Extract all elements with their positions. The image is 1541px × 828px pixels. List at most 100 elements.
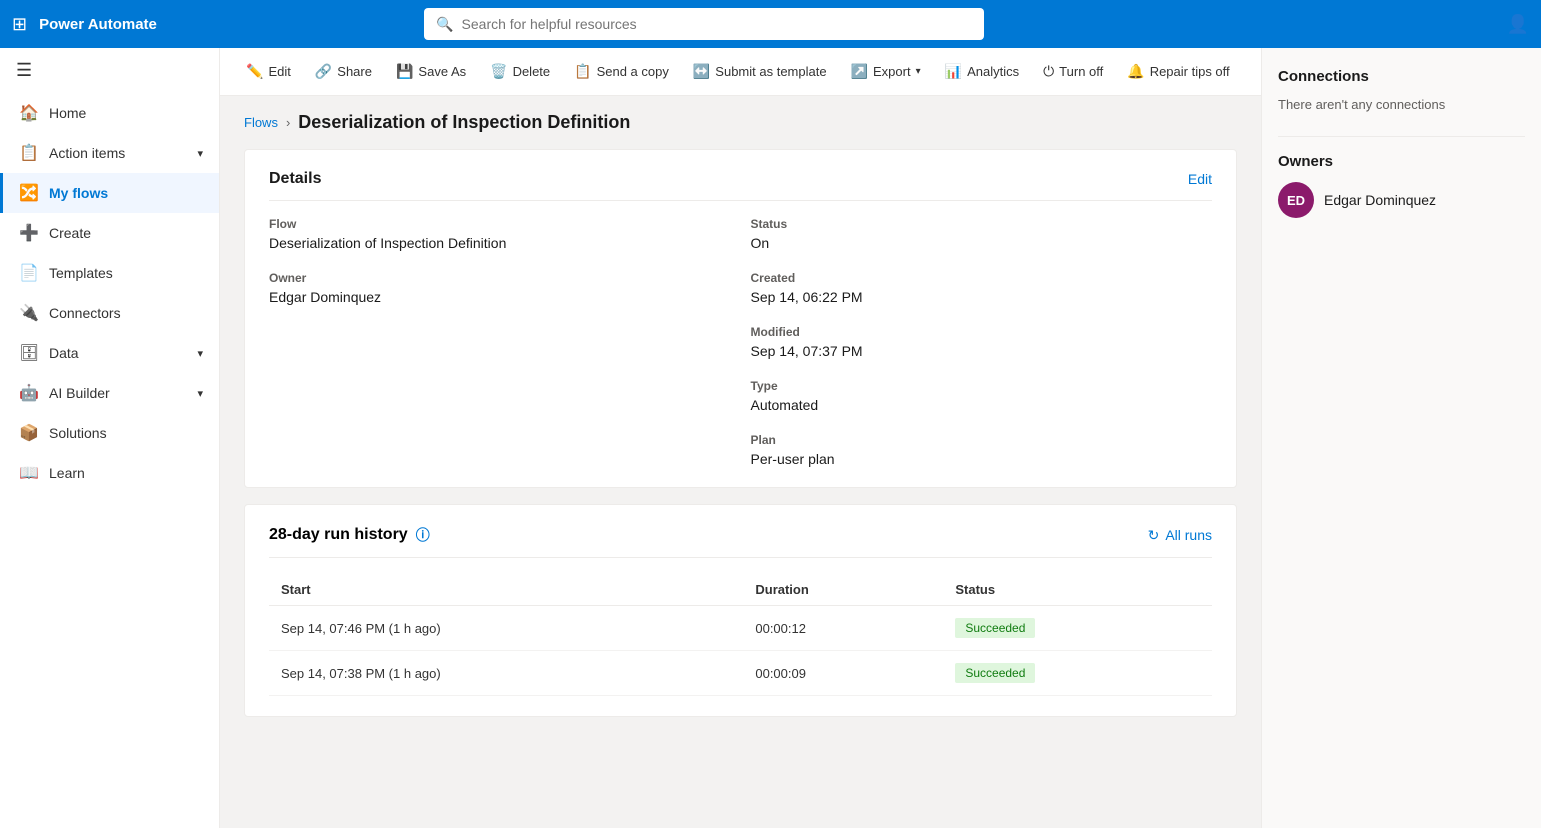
my-flows-icon: 🔀 xyxy=(19,183,39,203)
plan-label: Plan xyxy=(751,433,1213,447)
connections-section: Connections There aren't any connections xyxy=(1278,68,1525,112)
analytics-button[interactable]: 📊 Analytics xyxy=(935,57,1029,86)
export-button[interactable]: ↗️ Export ▾ xyxy=(841,57,931,86)
col-status: Status xyxy=(943,574,1212,606)
save-as-icon: 💾 xyxy=(396,63,413,80)
created-value: Sep 14, 06:22 PM xyxy=(751,289,1213,305)
sidebar-item-templates[interactable]: 📄 Templates xyxy=(0,253,219,293)
topbar-user-icon[interactable]: 👤 xyxy=(1507,14,1529,35)
sidebar-item-data[interactable]: 🗄 Data ▾ xyxy=(0,333,219,373)
sidebar-item-label: Create xyxy=(49,225,91,241)
col-start: Start xyxy=(269,574,743,606)
owner-item: ED Edgar Dominquez xyxy=(1278,182,1525,218)
sidebar-item-learn[interactable]: 📖 Learn xyxy=(0,453,219,493)
action-items-icon: 📋 xyxy=(19,143,39,163)
repair-tips-icon: 🔔 xyxy=(1127,63,1144,80)
save-as-button[interactable]: 💾 Save As xyxy=(386,57,476,86)
run-status: Succeeded xyxy=(943,606,1212,651)
sidebar-item-my-flows[interactable]: 🔀 My flows xyxy=(0,173,219,213)
detail-spacer2 xyxy=(269,379,731,413)
run-history-title: 28-day run history ⓘ xyxy=(269,525,430,545)
edit-icon: ✏️ xyxy=(246,63,263,80)
main-layout: ☰ 🏠 Home 📋 Action items ▾ 🔀 My flows ➕ C… xyxy=(0,48,1541,828)
all-runs-link[interactable]: ↻ All runs xyxy=(1148,527,1212,544)
send-copy-icon: 📋 xyxy=(574,63,591,80)
analytics-icon: 📊 xyxy=(945,63,962,80)
detail-status: Status On xyxy=(751,217,1213,251)
run-history-header: 28-day run history ⓘ ↻ All runs xyxy=(269,525,1212,558)
delete-button[interactable]: 🗑️ Delete xyxy=(480,57,560,86)
owner-value: Edgar Dominquez xyxy=(269,289,731,305)
owner-name: Edgar Dominquez xyxy=(1324,192,1436,208)
export-icon: ↗️ xyxy=(851,63,868,80)
status-value: On xyxy=(751,235,1213,251)
edit-button[interactable]: ✏️ Edit xyxy=(236,57,301,86)
details-edit-link[interactable]: Edit xyxy=(1188,171,1212,187)
panel-divider xyxy=(1278,136,1525,137)
submit-template-button[interactable]: ↔️ Submit as template xyxy=(683,57,837,86)
all-runs-label: All runs xyxy=(1165,527,1212,543)
sidebar-item-label: Solutions xyxy=(49,425,107,441)
detail-modified: Modified Sep 14, 07:37 PM xyxy=(751,325,1213,359)
toolbar: ✏️ Edit 🔗 Share 💾 Save As 🗑️ Delete 📋 xyxy=(220,48,1261,96)
sidebar-item-home[interactable]: 🏠 Home xyxy=(0,93,219,133)
send-copy-button[interactable]: 📋 Send a copy xyxy=(564,57,679,86)
created-label: Created xyxy=(751,271,1213,285)
grid-icon[interactable]: ⊞ xyxy=(12,14,27,35)
connections-empty-text: There aren't any connections xyxy=(1278,97,1525,112)
run-duration: 00:00:09 xyxy=(743,651,943,696)
detail-type: Type Automated xyxy=(751,379,1213,413)
breadcrumb-separator: › xyxy=(286,115,290,130)
breadcrumb-parent[interactable]: Flows xyxy=(244,115,278,130)
sidebar-item-label: Connectors xyxy=(49,305,121,321)
sidebar-item-ai-builder[interactable]: 🤖 AI Builder ▾ xyxy=(0,373,219,413)
run-history-card: 28-day run history ⓘ ↻ All runs Start xyxy=(244,504,1237,717)
create-icon: ➕ xyxy=(19,223,39,243)
sidebar-item-solutions[interactable]: 📦 Solutions xyxy=(0,413,219,453)
turn-off-button[interactable]: ⏻ Turn off xyxy=(1033,57,1113,86)
right-panel: Connections There aren't any connections… xyxy=(1261,48,1541,828)
plan-value: Per-user plan xyxy=(751,451,1213,467)
share-button[interactable]: 🔗 Share xyxy=(305,57,382,86)
run-status: Succeeded xyxy=(943,651,1212,696)
chevron-down-icon: ▾ xyxy=(197,387,203,400)
type-label: Type xyxy=(751,379,1213,393)
status-badge: Succeeded xyxy=(955,663,1035,683)
topbar: ⊞ Power Automate 🔍 👤 xyxy=(0,0,1541,48)
table-row[interactable]: Sep 14, 07:38 PM (1 h ago) 00:00:09 Succ… xyxy=(269,651,1212,696)
connectors-icon: 🔌 xyxy=(19,303,39,323)
sidebar-item-label: Action items xyxy=(49,145,125,161)
hamburger-icon[interactable]: ☰ xyxy=(0,48,219,93)
submit-template-icon: ↔️ xyxy=(693,63,710,80)
owners-title: Owners xyxy=(1278,153,1525,170)
search-bar[interactable]: 🔍 xyxy=(424,8,984,40)
repair-tips-button[interactable]: 🔔 Repair tips off xyxy=(1117,57,1239,86)
table-row[interactable]: Sep 14, 07:46 PM (1 h ago) 00:00:12 Succ… xyxy=(269,606,1212,651)
sidebar-item-create[interactable]: ➕ Create xyxy=(0,213,219,253)
content-area: ✏️ Edit 🔗 Share 💾 Save As 🗑️ Delete 📋 xyxy=(220,48,1541,828)
ai-builder-icon: 🤖 xyxy=(19,383,39,403)
turn-off-icon: ⏻ xyxy=(1043,63,1054,80)
detail-created: Created Sep 14, 06:22 PM xyxy=(751,271,1213,305)
share-icon: 🔗 xyxy=(315,63,332,80)
search-input[interactable] xyxy=(462,16,973,32)
details-grid: Flow Deserialization of Inspection Defin… xyxy=(269,217,1212,467)
info-icon[interactable]: ⓘ xyxy=(416,525,430,545)
app-title: Power Automate xyxy=(39,16,157,33)
detail-flow: Flow Deserialization of Inspection Defin… xyxy=(269,217,731,251)
modified-value: Sep 14, 07:37 PM xyxy=(751,343,1213,359)
detail-plan: Plan Per-user plan xyxy=(751,433,1213,467)
details-card: Details Edit Flow Deserialization of Ins… xyxy=(244,149,1237,488)
sidebar-item-action-items[interactable]: 📋 Action items ▾ xyxy=(0,133,219,173)
learn-icon: 📖 xyxy=(19,463,39,483)
home-icon: 🏠 xyxy=(19,103,39,123)
type-value: Automated xyxy=(751,397,1213,413)
run-history-title-text: 28-day run history xyxy=(269,526,408,544)
flow-label: Flow xyxy=(269,217,731,231)
sidebar-item-connectors[interactable]: 🔌 Connectors xyxy=(0,293,219,333)
connections-title: Connections xyxy=(1278,68,1525,85)
chevron-down-icon: ▾ xyxy=(197,347,203,360)
export-chevron-icon: ▾ xyxy=(916,66,921,77)
run-duration: 00:00:12 xyxy=(743,606,943,651)
search-icon: 🔍 xyxy=(436,16,453,33)
